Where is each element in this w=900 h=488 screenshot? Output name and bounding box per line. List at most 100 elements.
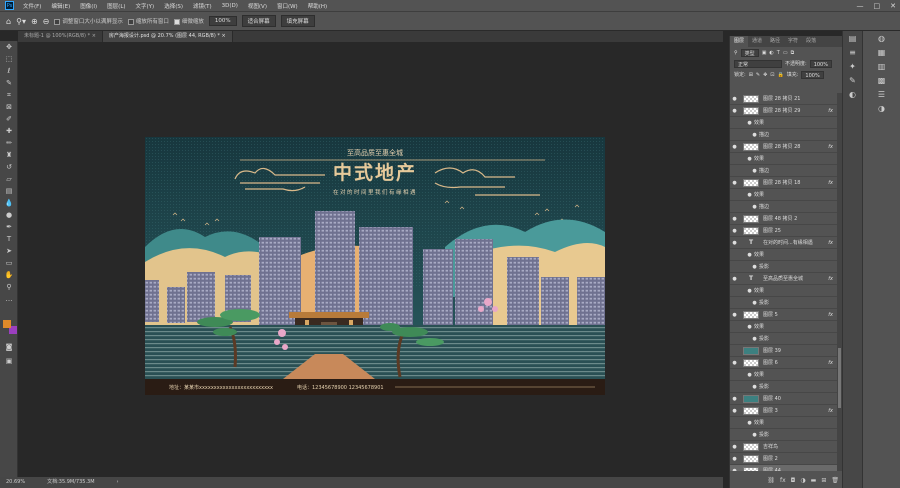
- layer-effect-row[interactable]: ● 效果: [730, 117, 837, 129]
- visibility-eye-icon[interactable]: ●: [745, 372, 754, 378]
- stamp-tool-icon[interactable]: ♜: [0, 149, 18, 161]
- history-icon[interactable]: ▤: [843, 31, 862, 45]
- layer-row[interactable]: ● 图层 3 fx: [730, 405, 837, 417]
- layer-effect-row[interactable]: ● 效果: [730, 369, 837, 381]
- visibility-eye-icon[interactable]: ●: [750, 300, 759, 306]
- visibility-eye-icon[interactable]: ●: [730, 108, 739, 114]
- visibility-eye-icon[interactable]: ●: [730, 444, 739, 450]
- visibility-eye-icon[interactable]: ●: [750, 132, 759, 138]
- layer-effect-row[interactable]: ● 投影: [730, 333, 837, 345]
- zoom-all-checkbox[interactable]: 缩放所有窗口: [127, 17, 169, 25]
- tab-character[interactable]: 字符: [784, 36, 802, 47]
- eraser-tool-icon[interactable]: ▱: [0, 173, 18, 185]
- visibility-eye-icon[interactable]: ●: [730, 216, 739, 222]
- close-button[interactable]: ✕: [890, 2, 896, 10]
- filter-kind-select[interactable]: 类型: [740, 48, 759, 57]
- menu-image[interactable]: 图像(I): [75, 2, 102, 10]
- visibility-eye-icon[interactable]: ●: [730, 240, 739, 246]
- layer-effect-row[interactable]: ● 投影: [730, 381, 837, 393]
- crop-tool-icon[interactable]: ⌗: [0, 89, 18, 101]
- layer-fx-icon[interactable]: fx: [828, 276, 833, 282]
- add-style-icon[interactable]: fx: [780, 477, 786, 484]
- layers-list[interactable]: ● 图层 28 拷贝 21 ● 图层 28 拷贝 29 fx ● 效果 ● 描边 ● 图层 28 拷…: [730, 93, 837, 471]
- menu-help[interactable]: 帮助(H): [303, 2, 332, 10]
- path-select-icon[interactable]: ➤: [0, 245, 18, 257]
- layer-fx-icon[interactable]: fx: [828, 108, 833, 114]
- layer-row[interactable]: ● 图层 40: [730, 393, 837, 405]
- layer-effect-row[interactable]: ● 效果: [730, 285, 837, 297]
- frame-tool-icon[interactable]: ⊠: [0, 101, 18, 113]
- layer-effect-row[interactable]: ● 描边: [730, 129, 837, 141]
- visibility-eye-icon[interactable]: ●: [750, 264, 759, 270]
- status-menu-icon[interactable]: ›: [117, 477, 119, 488]
- layer-fx-icon[interactable]: fx: [828, 144, 833, 150]
- zoom-out-icon[interactable]: ⊖: [43, 17, 50, 26]
- layer-effect-row[interactable]: ● 描边: [730, 201, 837, 213]
- visibility-eye-icon[interactable]: ●: [730, 180, 739, 186]
- tab-untitled[interactable]: 未标题-1 @ 100%(RGB/8) * ×: [18, 31, 103, 42]
- filter-type-icon[interactable]: T: [777, 50, 780, 56]
- visibility-eye-icon[interactable]: ●: [745, 288, 754, 294]
- libraries-icon[interactable]: ☰: [863, 87, 900, 101]
- zoom-100-button[interactable]: 100%: [208, 16, 237, 26]
- layer-effect-row[interactable]: ● 效果: [730, 189, 837, 201]
- zoom-readout[interactable]: 20.69%: [6, 477, 25, 488]
- tab-paths[interactable]: 路径: [766, 36, 784, 47]
- visibility-eye-icon[interactable]: ●: [745, 420, 754, 426]
- filter-pixel-icon[interactable]: ▣: [762, 50, 767, 56]
- dodge-tool-icon[interactable]: ●: [0, 209, 18, 221]
- lock-position-icon[interactable]: ✥: [763, 72, 767, 78]
- tab-channels[interactable]: 通道: [748, 36, 766, 47]
- tab-close-icon[interactable]: ×: [221, 33, 225, 39]
- tab-close-icon[interactable]: ×: [92, 33, 96, 39]
- gradient-panel-icon[interactable]: ▥: [863, 59, 900, 73]
- maximize-button[interactable]: □: [874, 2, 881, 10]
- menu-filter[interactable]: 滤镜(T): [188, 2, 217, 10]
- visibility-eye-icon[interactable]: ●: [750, 168, 759, 174]
- healing-tool-icon[interactable]: ✚: [0, 125, 18, 137]
- marquee-tool-icon[interactable]: ⬚: [0, 53, 18, 65]
- adjust-icon[interactable]: ◐: [843, 87, 862, 101]
- filter-adjust-icon[interactable]: ◐: [769, 50, 773, 56]
- filter-smart-icon[interactable]: ⧉: [791, 50, 795, 56]
- layer-row[interactable]: ● 图层 28 拷贝 21: [730, 93, 837, 105]
- layer-effect-row[interactable]: ● 效果: [730, 417, 837, 429]
- visibility-eye-icon[interactable]: ●: [730, 396, 739, 402]
- opacity-input[interactable]: 100%: [809, 59, 832, 68]
- add-mask-icon[interactable]: ◘: [791, 477, 796, 484]
- visibility-eye-icon[interactable]: ●: [730, 312, 739, 318]
- brush-tool-icon[interactable]: ✏: [0, 137, 18, 149]
- layer-effect-row[interactable]: ● 效果: [730, 249, 837, 261]
- visibility-eye-icon[interactable]: ●: [745, 120, 754, 126]
- gradient-tool-icon[interactable]: ▤: [0, 185, 18, 197]
- visibility-eye-icon[interactable]: ●: [745, 156, 754, 162]
- quick-mask-icon[interactable]: ◙: [0, 341, 18, 353]
- visibility-eye-icon[interactable]: ●: [750, 336, 759, 342]
- pen-tool-icon[interactable]: ✒: [0, 221, 18, 233]
- layer-fx-icon[interactable]: fx: [828, 360, 833, 366]
- resize-window-checkbox[interactable]: 调整窗口大小以满屏显示: [54, 17, 123, 25]
- move-tool-icon[interactable]: ✥: [0, 41, 18, 53]
- type-tool-icon[interactable]: T: [0, 233, 18, 245]
- zoom-tool-icon[interactable]: ⚲: [0, 281, 18, 293]
- visibility-eye-icon[interactable]: ●: [730, 468, 739, 472]
- tab-poster[interactable]: 房产海报设计.psd @ 20.7% (图层 44, RGB/8) * ×: [102, 31, 233, 42]
- fill-screen-button[interactable]: 填充屏幕: [280, 15, 315, 27]
- layer-row[interactable]: ● 图层 28 拷贝 18 fx: [730, 177, 837, 189]
- layer-row[interactable]: ● 图层 5 fx: [730, 309, 837, 321]
- shape-tool-icon[interactable]: ▭: [0, 257, 18, 269]
- scrubby-zoom-checkbox[interactable]: 细微缩放: [173, 17, 204, 25]
- visibility-eye-icon[interactable]: ●: [730, 96, 739, 102]
- color-panel-icon[interactable]: ◍: [863, 31, 900, 45]
- visibility-eye-icon[interactable]: ●: [730, 228, 739, 234]
- blur-tool-icon[interactable]: 💧: [0, 197, 18, 209]
- layer-effect-row[interactable]: ● 投影: [730, 429, 837, 441]
- zoom-tool-icon[interactable]: ⚲▾: [16, 17, 26, 26]
- layer-row[interactable]: ● 图层 2: [730, 453, 837, 465]
- lasso-tool-icon[interactable]: ℓ: [0, 65, 18, 77]
- layer-effect-row[interactable]: ● 效果: [730, 321, 837, 333]
- quick-select-tool-icon[interactable]: ✎: [0, 77, 18, 89]
- layer-row[interactable]: ● T 至高品质至惠全城 fx: [730, 273, 837, 285]
- lock-pixels-icon[interactable]: ⊞: [749, 72, 753, 78]
- menu-type[interactable]: 文字(Y): [131, 2, 160, 10]
